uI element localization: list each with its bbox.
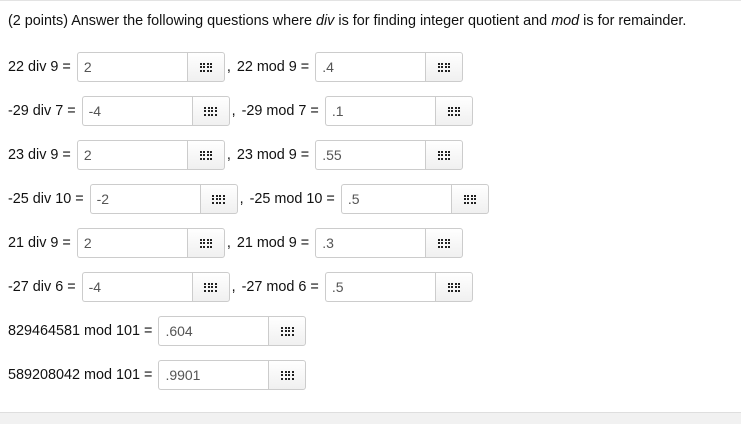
question-text: (2 points) Answer the following question…: [8, 12, 686, 30]
mod-answer-input[interactable]: [315, 228, 426, 258]
grid-icon: [437, 62, 451, 72]
grid-icon: [199, 62, 213, 72]
mod-answer-group: [324, 96, 473, 126]
div-answer-group: [81, 96, 230, 126]
answer-row: 22 div 9 = , 22 mod 9 =: [8, 52, 464, 82]
mod-answer-input[interactable]: [324, 96, 435, 126]
mod-label: 829464581 mod 101 =: [8, 323, 153, 339]
div-answer-input[interactable]: [76, 228, 187, 258]
equation-palette-button[interactable]: [425, 140, 464, 170]
mod-label: 589208042 mod 101 =: [8, 367, 153, 383]
comma-separator: ,: [226, 147, 231, 163]
equation-palette-button[interactable]: [450, 184, 489, 214]
grid-icon: [199, 238, 213, 248]
mod-label: -25 mod 10 =: [249, 191, 335, 207]
mod-answer-group: [315, 52, 464, 82]
div-label: 22 div 9 =: [8, 59, 71, 75]
mod-answer-input[interactable]: [315, 140, 426, 170]
equation-palette-button[interactable]: [186, 140, 225, 170]
answer-row: 23 div 9 = , 23 mod 9 =: [8, 140, 464, 170]
mod-label: 21 mod 9 =: [236, 235, 310, 251]
div-answer-input[interactable]: [76, 140, 187, 170]
mod-answer-input[interactable]: [315, 52, 426, 82]
mod-answer-group: [158, 316, 307, 346]
equation-palette-button[interactable]: [199, 184, 238, 214]
mod-answer-group: [158, 360, 307, 390]
div-label: -27 div 6 =: [8, 279, 76, 295]
equation-palette-button[interactable]: [191, 96, 230, 126]
question-div-word: div: [315, 13, 335, 29]
question-mod-word: mod: [551, 13, 580, 29]
mod-answer-input[interactable]: [340, 184, 451, 214]
mod-label: 23 mod 9 =: [236, 147, 310, 163]
equation-palette-button[interactable]: [425, 228, 464, 258]
div-label: -25 div 10 =: [8, 191, 84, 207]
mod-label: 22 mod 9 =: [236, 59, 310, 75]
div-label: -29 div 7 =: [8, 103, 76, 119]
div-answer-group: [76, 140, 225, 170]
div-answer-input[interactable]: [81, 272, 192, 302]
grid-icon: [281, 370, 294, 380]
grid-icon: [199, 150, 213, 160]
question-middle: is for finding integer quotient and: [334, 13, 552, 29]
comma-separator: ,: [231, 279, 236, 295]
answer-row: -27 div 6 = , -27 mod 6 =: [8, 272, 473, 302]
mod-label: -27 mod 6 =: [241, 279, 319, 295]
question-panel: (2 points) Answer the following question…: [0, 0, 741, 413]
grid-icon: [463, 194, 477, 204]
mod-label: -29 mod 7 =: [241, 103, 319, 119]
comma-separator: ,: [226, 235, 231, 251]
div-answer-group: [89, 184, 238, 214]
grid-icon: [447, 106, 461, 116]
comma-separator: ,: [231, 103, 236, 119]
grid-icon: [281, 326, 294, 336]
answer-row: 829464581 mod 101 =: [8, 316, 307, 346]
equation-palette-button[interactable]: [191, 272, 230, 302]
equation-palette-button[interactable]: [434, 272, 473, 302]
div-answer-input[interactable]: [89, 184, 200, 214]
grid-icon: [437, 150, 451, 160]
div-label: 21 div 9 =: [8, 235, 71, 251]
answer-row: 21 div 9 = , 21 mod 9 =: [8, 228, 464, 258]
div-answer-group: [81, 272, 230, 302]
div-answer-input[interactable]: [81, 96, 192, 126]
grid-icon: [447, 282, 461, 292]
div-label: 23 div 9 =: [8, 147, 71, 163]
equation-palette-button[interactable]: [186, 52, 225, 82]
div-answer-input[interactable]: [76, 52, 187, 82]
grid-icon: [204, 106, 217, 116]
answer-row: -25 div 10 = , -25 mod 10 =: [8, 184, 489, 214]
grid-icon: [437, 238, 451, 248]
mod-answer-group: [324, 272, 473, 302]
mod-answer-input[interactable]: [158, 316, 269, 346]
equation-palette-button[interactable]: [186, 228, 225, 258]
answer-row: 589208042 mod 101 =: [8, 360, 307, 390]
footer-band: [0, 412, 741, 424]
equation-palette-button[interactable]: [434, 96, 473, 126]
equation-palette-button[interactable]: [268, 360, 307, 390]
question-suffix: is for remainder.: [579, 13, 687, 29]
equation-palette-button[interactable]: [268, 316, 307, 346]
grid-icon: [204, 282, 217, 292]
mod-answer-input[interactable]: [324, 272, 435, 302]
mod-answer-group: [315, 140, 464, 170]
grid-icon: [212, 194, 225, 204]
comma-separator: ,: [226, 59, 231, 75]
div-answer-group: [76, 52, 225, 82]
comma-separator: ,: [239, 191, 244, 207]
mod-answer-input[interactable]: [158, 360, 269, 390]
mod-answer-group: [340, 184, 489, 214]
mod-answer-group: [315, 228, 464, 258]
equation-palette-button[interactable]: [425, 52, 464, 82]
div-answer-group: [76, 228, 225, 258]
question-prefix: (2 points) Answer the following question…: [8, 13, 316, 29]
answer-row: -29 div 7 = , -29 mod 7 =: [8, 96, 473, 126]
